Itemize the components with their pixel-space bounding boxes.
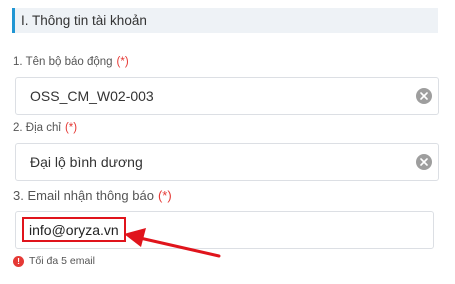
address-label: 2. Địa chỉ (*) <box>13 122 78 134</box>
alarm-name-input[interactable]: OSS_CM_W02-003 <box>15 77 439 115</box>
email-input[interactable]: info@oryza.vn <box>15 211 434 249</box>
hint-text: Tối đa 5 email <box>29 255 95 267</box>
address-value: Đại lộ bình dương <box>30 154 143 170</box>
clear-icon[interactable] <box>416 154 432 170</box>
address-input[interactable]: Đại lộ bình dương <box>15 143 439 181</box>
required-mark: (*) <box>116 56 129 68</box>
alarm-name-label: 1. Tên bộ báo động (*) <box>13 56 129 68</box>
email-value: info@oryza.vn <box>29 221 119 238</box>
email-label: 3. Email nhận thông báo (*) <box>13 188 172 203</box>
alarm-name-value: OSS_CM_W02-003 <box>30 88 154 104</box>
required-mark: (*) <box>64 122 78 134</box>
section-header: I. Thông tin tài khoản <box>12 8 438 33</box>
email-tag[interactable]: info@oryza.vn <box>22 217 126 242</box>
clear-icon[interactable] <box>416 88 432 104</box>
section-title: I. Thông tin tài khoản <box>21 13 147 28</box>
required-mark: (*) <box>157 188 172 203</box>
alert-icon: ! <box>13 255 24 267</box>
email-limit-hint: ! Tối đa 5 email <box>13 255 95 267</box>
